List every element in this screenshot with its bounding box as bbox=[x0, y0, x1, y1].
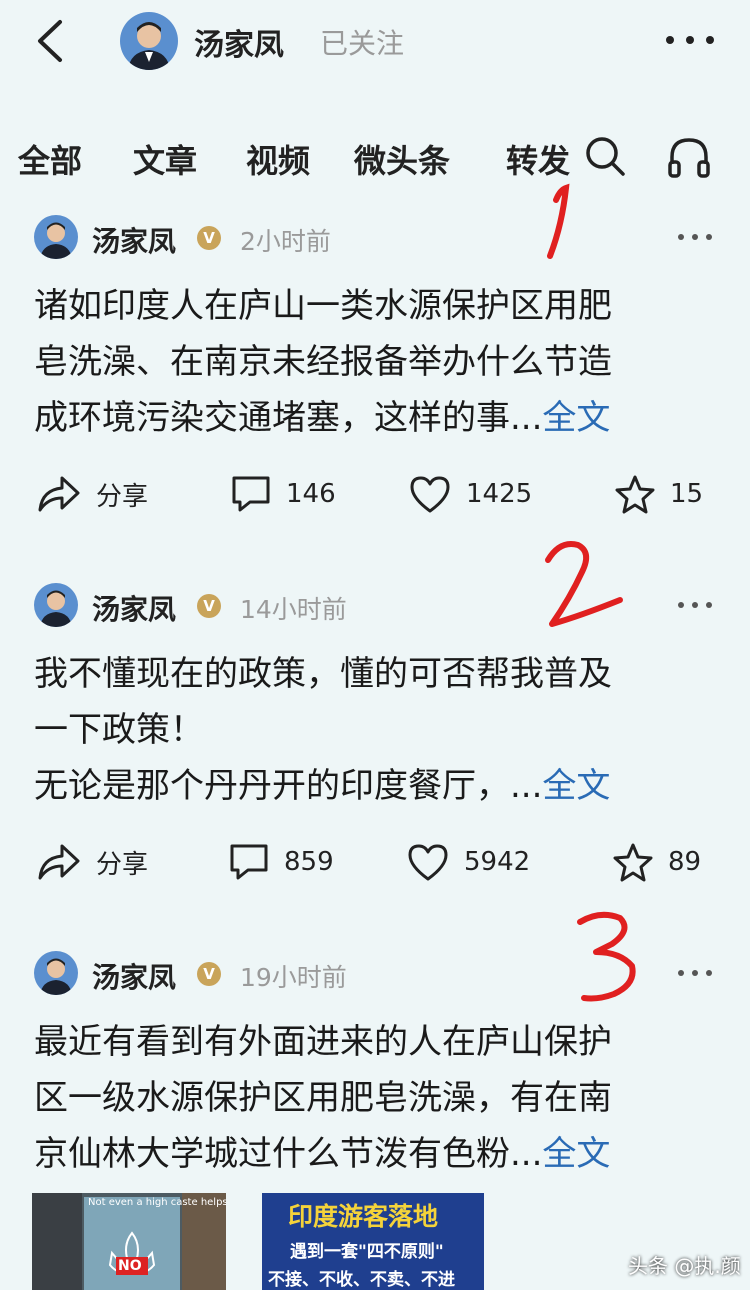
post-text-line: 区一级水源保护区用肥皂洗澡，有在南 bbox=[34, 1078, 612, 1118]
tab-micro-posts[interactable]: 微头条 bbox=[354, 136, 450, 182]
share-label: 分享 bbox=[96, 849, 149, 880]
post-time: 14小时前 bbox=[240, 595, 347, 624]
read-full-link[interactable]: 全文 bbox=[542, 1134, 610, 1174]
comment-count: 146 bbox=[286, 479, 336, 509]
annotation-mark-2 bbox=[545, 541, 623, 627]
share-button[interactable]: 分享 bbox=[36, 468, 148, 520]
verified-badge-icon: V bbox=[197, 962, 221, 986]
thumbnail-badge: NO bbox=[118, 1258, 142, 1274]
post-text-line: 最近有看到有外面进来的人在庐山保护 bbox=[34, 1022, 612, 1062]
author-avatar[interactable] bbox=[34, 583, 78, 627]
post-more-icon[interactable] bbox=[676, 966, 714, 980]
tab-videos[interactable]: 视频 bbox=[246, 136, 310, 182]
favorite-count: 15 bbox=[670, 479, 704, 509]
top-bar: 汤家凤 已关注 bbox=[0, 0, 750, 80]
comment-icon bbox=[230, 844, 268, 880]
headphones-icon[interactable] bbox=[666, 134, 712, 180]
back-arrow-icon[interactable] bbox=[30, 16, 74, 66]
like-count: 5942 bbox=[464, 847, 531, 877]
share-label: 分享 bbox=[96, 481, 149, 512]
post-text-line: 一下政策！ bbox=[34, 710, 204, 750]
tab-articles[interactable]: 文章 bbox=[133, 136, 197, 182]
post-text[interactable]: 我不懂现在的政策，懂的可否帮我普及 一下政策！ 无论是那个丹丹开的印度餐厅，..… bbox=[34, 646, 714, 814]
like-count: 1425 bbox=[466, 479, 533, 509]
search-icon[interactable] bbox=[583, 134, 627, 178]
like-button[interactable]: 5942 bbox=[406, 836, 530, 888]
favorite-count: 89 bbox=[668, 847, 702, 877]
favorite-button[interactable]: 15 bbox=[614, 468, 703, 520]
post-actions: 分享 859 5942 89 bbox=[0, 836, 750, 888]
annotation-mark-3 bbox=[577, 911, 636, 1002]
post-image-thumbnail[interactable]: 印度游客落地 遇到一套"四不原则" 不接、不收、不卖、不进 bbox=[262, 1193, 484, 1290]
author-avatar[interactable] bbox=[34, 215, 78, 259]
author-name[interactable]: 汤家凤 bbox=[92, 588, 176, 628]
author-name[interactable]: 汤家凤 bbox=[92, 220, 176, 260]
heart-icon bbox=[408, 844, 448, 881]
post-more-icon[interactable] bbox=[676, 598, 714, 612]
more-options-icon[interactable] bbox=[664, 30, 716, 50]
comment-button[interactable]: 146 bbox=[230, 468, 336, 520]
post-text-line: 无论是那个丹丹开的印度餐厅，... bbox=[34, 766, 543, 806]
post-text-line: 诸如印度人在庐山一类水源保护区用肥 bbox=[34, 286, 612, 326]
content-tabs: 全部 文章 视频 微头条 转发 bbox=[0, 132, 750, 186]
like-button[interactable]: 1425 bbox=[408, 468, 532, 520]
thumbnail-caption: Not even a high caste helps bbox=[88, 1197, 226, 1208]
star-icon bbox=[613, 843, 653, 882]
post-text-line: 成环境污染交通堵塞，这样的事... bbox=[34, 398, 543, 438]
read-full-link[interactable]: 全文 bbox=[542, 766, 610, 806]
comment-button[interactable]: 859 bbox=[228, 836, 334, 888]
thumbnail-subtitle: 遇到一套"四不原则" bbox=[290, 1242, 444, 1262]
share-button[interactable]: 分享 bbox=[36, 836, 148, 888]
profile-avatar[interactable] bbox=[120, 12, 178, 70]
star-icon bbox=[615, 475, 655, 514]
post-text-line: 皂洗澡、在南京未经报备举办什么节造 bbox=[34, 342, 612, 382]
comment-icon bbox=[232, 476, 270, 512]
verified-badge-icon: V bbox=[197, 226, 221, 250]
tab-all[interactable]: 全部 bbox=[18, 136, 82, 182]
follow-status-button[interactable]: 已关注 bbox=[320, 22, 404, 62]
favorite-button[interactable]: 89 bbox=[612, 836, 701, 888]
post-actions: 分享 146 1425 15 bbox=[0, 468, 750, 520]
post-text[interactable]: 最近有看到有外面进来的人在庐山保护 区一级水源保护区用肥皂洗澡，有在南 京仙林大… bbox=[34, 1014, 714, 1182]
heart-icon bbox=[410, 476, 450, 513]
post-time: 19小时前 bbox=[240, 963, 347, 992]
post-text-line: 京仙林大学城过什么节泼有色粉... bbox=[34, 1134, 543, 1174]
share-icon bbox=[38, 476, 80, 512]
author-avatar[interactable] bbox=[34, 951, 78, 995]
post-text[interactable]: 诸如印度人在庐山一类水源保护区用肥 皂洗澡、在南京未经报备举办什么节造 成环境污… bbox=[34, 278, 714, 446]
post-time: 2小时前 bbox=[240, 227, 331, 256]
annotation-mark-1 bbox=[547, 183, 570, 259]
share-icon bbox=[38, 844, 80, 880]
post-image-thumbnail[interactable]: Not even a high caste helps NO bbox=[32, 1193, 226, 1290]
thumbnail-text: 不接、不收、不卖、不进 bbox=[268, 1270, 455, 1290]
watermark: 头条 @执.颜 bbox=[628, 1254, 741, 1278]
profile-name: 汤家凤 bbox=[194, 28, 284, 63]
verified-badge-icon: V bbox=[197, 594, 221, 618]
thumbnail-title: 印度游客落地 bbox=[288, 1202, 439, 1231]
author-name[interactable]: 汤家凤 bbox=[92, 956, 176, 996]
tab-reposts[interactable]: 转发 bbox=[506, 136, 570, 182]
comment-count: 859 bbox=[284, 847, 334, 877]
read-full-link[interactable]: 全文 bbox=[542, 398, 610, 438]
post-more-icon[interactable] bbox=[676, 230, 714, 244]
post-text-line: 我不懂现在的政策，懂的可否帮我普及 bbox=[34, 654, 612, 694]
